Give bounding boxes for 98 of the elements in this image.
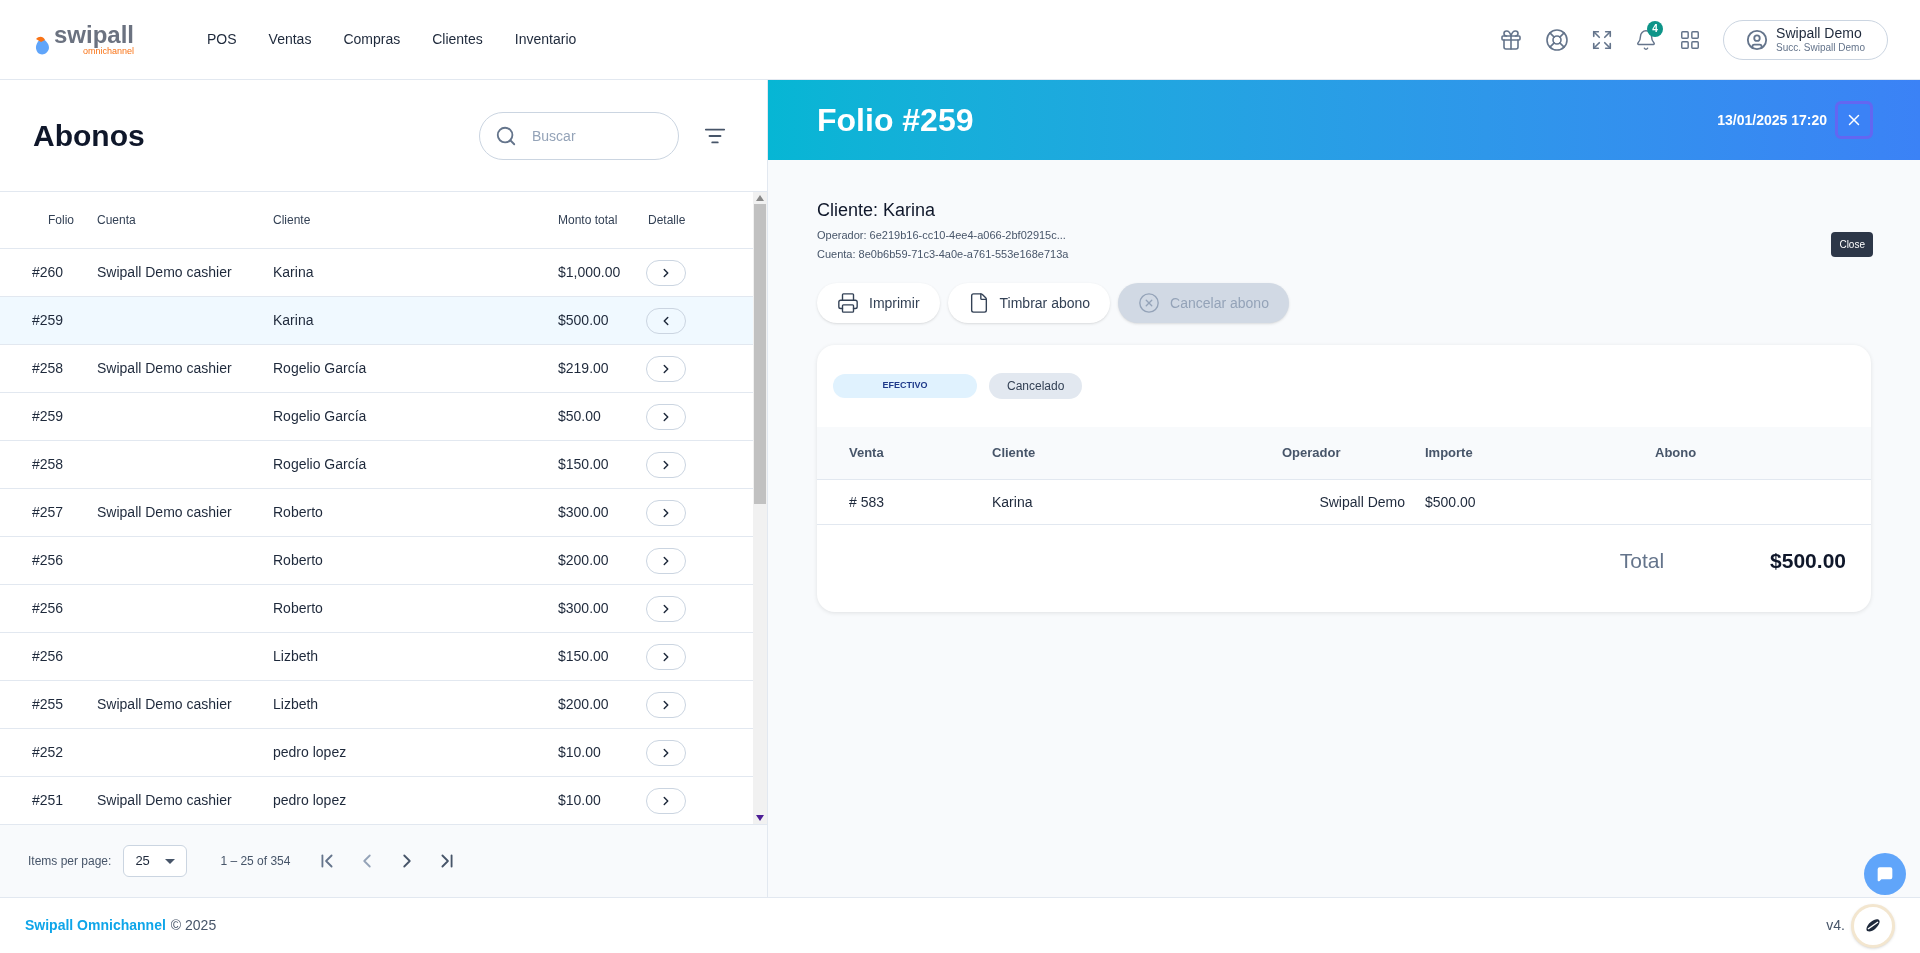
nav-link[interactable]: POS [207,29,237,50]
tooltip: Close [1831,232,1873,257]
account-id: Cuenta: 8e0b6b59-71c3-4a0e-a761-553e168e713a [817,246,1070,262]
nav-link[interactable]: Clientes [432,29,483,50]
table-cell: $300.00 [558,504,609,520]
table-cell: Lizbeth [273,696,319,712]
scrollbar[interactable] [753,192,767,824]
table-cell: Rogelio García [273,360,367,376]
help-button[interactable] [1851,903,1895,948]
table-cell-text: #259 [32,407,65,426]
scroll-up-icon[interactable] [756,195,764,201]
table-cell: $219.00 [558,360,609,376]
notification-badge: 4 [1647,20,1664,37]
table-cell: pedro lopez [273,744,347,760]
table-cell-text: #256 [32,647,65,666]
page-size-select[interactable]: 25 [123,845,188,877]
table-cell: $200.00 [558,552,609,568]
apps-icon[interactable] [1679,28,1702,51]
search-field[interactable]: Buscar [479,111,679,160]
table-cell: $50.00 [558,408,601,424]
action-button[interactable]: Imprimir [817,283,940,323]
table-cell-text: #252 [32,743,65,762]
table-cell: Roberto [273,504,323,520]
column-header: Abono [1655,444,1697,463]
table-cell: Karina [992,493,1033,510]
dropdown-caret-icon [165,858,176,864]
total-label: Total [1619,548,1665,575]
copyright: © 2025 [170,916,217,935]
table-cell: $500.00 [558,312,609,328]
table-cell-text: #256 [32,551,65,570]
gift-icon[interactable] [1499,27,1524,52]
page-title: Abonos [33,118,145,154]
status-tag: Cancelado [989,373,1083,399]
table-cell-text: $500.00 [1425,492,1476,512]
table-cell: Swipall Demo cashier [97,504,232,520]
print-icon [837,292,859,314]
table-cell-text: #258 [32,455,65,474]
table-cell-text: #257 [32,503,65,522]
page-range: 1 – 25 of 354 [220,853,291,870]
table-row[interactable]: #259 Karina $500.00 [0,297,753,345]
table-cell-text: #256 [32,599,65,618]
table-cell: $1,000.00 [558,264,621,280]
column-header: Cliente [992,444,1037,463]
table-cell: Swipall Demo cashier [97,696,232,712]
table-cell: Karina [273,312,314,328]
table-cell-text: #260 [32,263,65,282]
table-cell: pedro lopez [273,792,347,808]
detail-date: 13/01/2025 17:20 [1717,110,1827,130]
table-cell: Swipall Demo [1319,493,1405,510]
table-cell: $200.00 [558,696,609,712]
logo-subtitle: omnichannel [83,47,135,56]
table-cell: $150.00 [558,456,609,472]
table-cell: Swipall Demo cashier [97,360,232,376]
detail-title: Folio #259 [817,101,974,140]
table-cell: $150.00 [558,648,609,664]
column-header: Importe [1425,444,1474,463]
column-header: Monto total [558,212,619,229]
column-header: Detalle [647,212,686,229]
column-header: Operador [1282,444,1342,463]
items-per-page-label: Items per page: [28,853,112,870]
payment-method-tag: EFECTIVO [833,374,977,398]
logo-text: swipall [54,23,135,47]
action-button[interactable]: Timbrar abono [947,283,1111,323]
total-amount: $500.00 [1770,548,1846,575]
table-cell: $10.00 [558,792,601,808]
table-cell: Roberto [273,600,323,616]
table-cell: Rogelio García [273,456,367,472]
table-cell: Swipall Demo cashier [97,792,232,808]
table-cell: Rogelio García [273,408,367,424]
version: v4. [1826,916,1845,935]
table-cell: Swipall Demo cashier [97,264,232,280]
column-header: Venta [848,444,885,463]
table-cell-text: #258 [32,359,65,378]
table-cell: Karina [273,264,314,280]
table-cell-text: #251 [32,791,65,810]
table-cell-text: #259 [32,311,65,330]
fullscreen-icon[interactable] [1591,28,1614,51]
close-button[interactable] [1835,101,1873,139]
nav-link[interactable]: Inventario [514,29,577,50]
client-name: Cliente: Karina [817,199,937,222]
column-header: Cuenta [97,212,137,229]
table-cell: $10.00 [558,744,601,760]
lifebuoy-icon[interactable] [1545,27,1570,52]
nav-link[interactable]: Ventas [268,29,312,50]
column-header: Cliente [273,212,312,229]
table-cell: # 583 [849,493,885,510]
nav-link[interactable]: Compras [343,29,401,50]
chat-button[interactable] [1864,853,1906,895]
search-icon [495,124,517,147]
column-header: Folio [47,212,75,229]
chat-icon [1877,866,1893,882]
table-cell: Lizbeth [273,648,319,664]
table-cell-text: #255 [32,695,65,714]
user-avatar-icon [1746,28,1769,51]
cancel-icon [1138,292,1161,314]
scroll-down-icon[interactable] [756,815,764,821]
table-cell: $300.00 [558,600,609,616]
table-cell: Roberto [273,552,323,568]
